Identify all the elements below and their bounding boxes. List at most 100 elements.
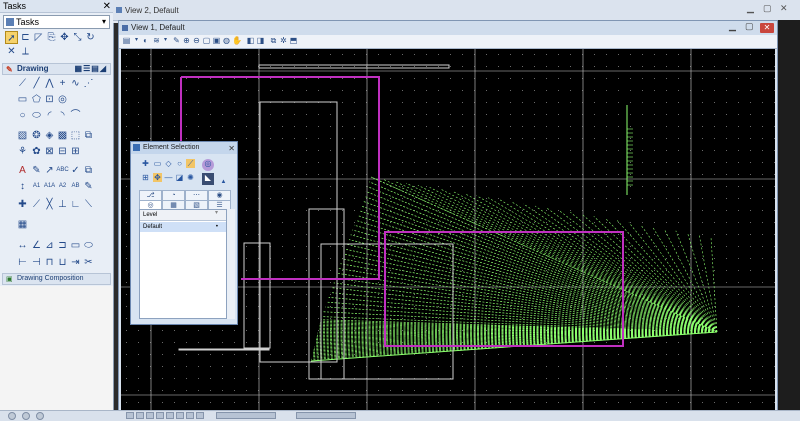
area-icon[interactable]: ⬚ (69, 129, 82, 142)
place-cell-2-icon[interactable]: ✿ (30, 145, 43, 158)
place-curve-icon[interactable]: ∿ (69, 77, 82, 90)
view-button-icon[interactable] (186, 412, 194, 419)
list-item[interactable]: Default • (140, 222, 226, 232)
dropdown-arrow-icon[interactable]: ▾ (132, 36, 141, 45)
trim-icon[interactable]: ✂ (82, 256, 95, 269)
place-node-icon[interactable]: A1 (30, 180, 43, 193)
close-icon[interactable]: ✕ (780, 3, 788, 14)
selection-mode-icon[interactable]: ◣ (202, 173, 214, 185)
place-shape-icon[interactable]: ⬠ (30, 93, 43, 106)
select-line-icon[interactable]: ⟋ (186, 159, 195, 168)
scale-icon[interactable]: ⤡ (71, 31, 84, 44)
select-block-icon[interactable]: ▭ (153, 159, 162, 168)
drop-icon[interactable]: ⊓ (43, 256, 56, 269)
select-cell-icon[interactable]: ⊠ (43, 145, 56, 158)
match-icon[interactable]: ⊢ (16, 256, 29, 269)
dropdown-arrow-icon[interactable]: ▾ (161, 36, 170, 45)
text-abc-icon[interactable]: ABC (56, 164, 69, 177)
previous-view-icon[interactable]: ◧ (246, 36, 255, 45)
view-button-icon[interactable] (126, 412, 134, 419)
text-a2-icon[interactable]: A2 (56, 180, 69, 193)
place-spline-icon[interactable]: ⋰ (82, 77, 95, 90)
move-icon[interactable]: ✥ (58, 31, 71, 44)
close-icon[interactable]: ✕ (228, 143, 235, 155)
pan-icon[interactable]: ✋ (232, 36, 242, 45)
selection-arrow-icon[interactable]: ✚ (141, 159, 150, 168)
dimension-ordinate-icon[interactable]: ⊐ (56, 239, 69, 252)
place-ellipse-icon[interactable]: ○ (16, 109, 29, 122)
change-icon[interactable]: ⊣ (30, 256, 43, 269)
place-arc-icon[interactable]: ⬭ (30, 109, 43, 122)
minimize-icon[interactable]: ▁ (747, 3, 754, 14)
status-field[interactable] (296, 412, 356, 419)
construct-icon[interactable]: ⟋ (30, 198, 43, 211)
dimension-radial-icon[interactable]: ⊿ (43, 239, 56, 252)
place-arc-by-edge-icon[interactable]: ⌒ (69, 109, 82, 122)
place-fence-icon[interactable]: ⊏ (19, 31, 32, 44)
place-half-ellipse-icon[interactable]: ◜ (43, 109, 56, 122)
place-stream-icon[interactable]: ⋀ (43, 77, 56, 90)
status-circle-icon[interactable] (36, 412, 44, 420)
close-icon[interactable]: ✕ (103, 0, 111, 13)
select-new-icon[interactable]: ⊞ (141, 173, 150, 182)
select-subtract-icon[interactable]: — (164, 173, 173, 182)
select-all-icon[interactable]: ◎ (202, 159, 214, 171)
close-icon[interactable]: ✕ (760, 23, 774, 33)
tasks-dropdown[interactable]: Tasks ▾ (3, 15, 110, 29)
partial-delete-icon[interactable]: ⊔ (56, 256, 69, 269)
view-button-icon[interactable] (166, 412, 174, 419)
intersect-icon[interactable]: ╳ (43, 198, 56, 211)
place-block-icon[interactable]: ▭ (16, 93, 29, 106)
zoom-out-icon[interactable]: ⊖ (192, 36, 201, 45)
place-orthogonal-icon[interactable]: ⊡ (43, 93, 56, 106)
view-1-titlebar[interactable]: View 1, Default ▁ ▢ ✕ (119, 21, 777, 35)
perpendicular-icon[interactable]: ∟ (69, 198, 82, 211)
snap-icon[interactable]: ✚ (16, 198, 29, 211)
maximize-icon[interactable]: ▢ (745, 21, 754, 32)
place-point-icon[interactable]: + (56, 77, 69, 90)
extend-icon[interactable]: ⇥ (69, 256, 82, 269)
copy-view-icon[interactable]: ⧉ (269, 36, 278, 45)
level-column-header[interactable]: Level ▾ (140, 210, 226, 221)
place-quarter-ellipse-icon[interactable]: ◝ (56, 109, 69, 122)
select-circle-icon[interactable]: ○ (175, 159, 184, 168)
select-clear-icon[interactable]: ✺ (186, 173, 195, 182)
display-style-icon[interactable]: ◐ (141, 36, 150, 45)
view-2-titlebar[interactable]: View 2, Default ▁ ▢ ✕ (113, 0, 800, 21)
levels-icon[interactable]: ≋ (152, 36, 161, 45)
text-a1a-icon[interactable]: A1A (43, 180, 56, 193)
copy-text-icon[interactable]: ⧉ (82, 164, 95, 177)
hatch-icon[interactable]: ▧ (16, 129, 29, 142)
view-attributes-icon[interactable]: ▤ (122, 36, 131, 45)
fit-view-icon[interactable]: ▣ (212, 36, 221, 45)
scrollbar[interactable] (227, 209, 235, 319)
status-circle-icon[interactable] (8, 412, 16, 420)
rotate-view-icon[interactable]: ◍ (222, 36, 231, 45)
view-button-icon[interactable] (146, 412, 154, 419)
status-circle-icon[interactable] (22, 412, 30, 420)
drawing-section-header[interactable]: ✎ Drawing ▦☰▤◢ (2, 63, 111, 75)
text-abc-2-icon[interactable]: AB (69, 180, 82, 193)
select-arrow-icon[interactable]: ➚ (5, 31, 18, 44)
view-button-icon[interactable] (136, 412, 144, 419)
minimize-icon[interactable]: ▁ (729, 21, 736, 32)
place-smartline-icon[interactable]: ⟋ (16, 77, 29, 90)
text-node-icon[interactable]: ✎ (82, 180, 95, 193)
copy-area-icon[interactable]: ⧉ (82, 129, 95, 142)
drawing-composition-header[interactable]: ▣ Drawing Composition (2, 273, 111, 285)
cell-library-icon[interactable]: ⊟ (56, 145, 69, 158)
view-mode-icons[interactable]: ▦☰▤◢ (75, 64, 107, 74)
expand-arrow-icon[interactable]: ▲ (219, 178, 228, 187)
measure-icon[interactable]: ⟂ (19, 45, 32, 58)
grid-icon[interactable]: ▦ (16, 218, 29, 231)
copy-icon[interactable]: ⎘ (45, 31, 58, 44)
select-shape-icon[interactable]: ◇ (164, 159, 173, 168)
view-button-icon[interactable] (176, 412, 184, 419)
place-note-icon[interactable]: ↗ (43, 164, 56, 177)
select-invert-icon[interactable]: ◪ (175, 173, 184, 182)
maximize-icon[interactable]: ▢ (763, 3, 772, 14)
edit-text-icon[interactable]: ✎ (30, 164, 43, 177)
dimension-element-icon[interactable]: ▭ (69, 239, 82, 252)
rotate-icon[interactable]: ↻ (84, 31, 97, 44)
spell-icon[interactable]: ✓ (69, 164, 82, 177)
